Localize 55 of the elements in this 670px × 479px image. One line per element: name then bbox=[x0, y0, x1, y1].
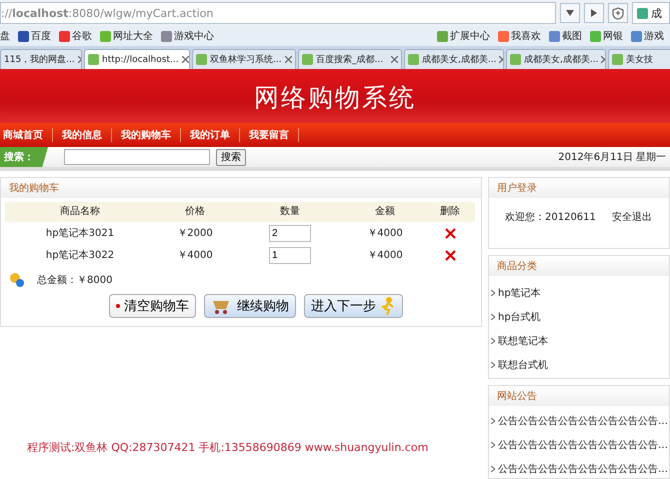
table-cell-text: hp笔记本3022 bbox=[44, 248, 116, 263]
welcome-text: 欢迎您：20120611 bbox=[505, 210, 596, 224]
browser-tab[interactable]: 美女技 bbox=[608, 49, 670, 69]
category-link[interactable]: 联想笔记本 bbox=[489, 330, 669, 354]
nav-link[interactable]: 商城首页 bbox=[0, 128, 53, 142]
action-button[interactable]: 继续购物 bbox=[204, 294, 296, 318]
notice-link[interactable]: 公告公告公告公告公告公告公告公告… bbox=[489, 410, 669, 434]
toolbar-link[interactable]: 截图 bbox=[549, 29, 582, 43]
toolbar-link[interactable]: 我喜欢 bbox=[498, 29, 541, 43]
footer-text: 程序测试:双鱼林 QQ:287307421 手机:13558690869 www.shuangyulin.com bbox=[26, 440, 430, 455]
category-link[interactable]: 联想台式机 bbox=[489, 354, 669, 378]
toolbar-link[interactable]: 游戏 bbox=[631, 29, 664, 43]
nav-link[interactable]: 我要留言 bbox=[246, 128, 299, 142]
action-button[interactable]: 进入下一步 bbox=[304, 294, 403, 318]
bookmark-link[interactable]: 百度 bbox=[18, 29, 51, 43]
notice-link[interactable]: 公告公告公告公告公告公告公告公告… bbox=[489, 458, 669, 478]
category-link[interactable]: hp台式机 bbox=[489, 306, 669, 330]
nav-link[interactable]: 我的信息 bbox=[59, 128, 112, 142]
quantity-field[interactable]: 2 bbox=[269, 224, 311, 242]
table-cell-text: ￥2000 bbox=[176, 227, 214, 241]
browser-tab[interactable]: http://localhost... bbox=[84, 49, 190, 69]
table-cell-text: ￥4000 bbox=[366, 249, 404, 263]
table-cell-text: ￥4000 bbox=[366, 227, 404, 241]
date-text: 2012年6月11日 星期一 bbox=[558, 150, 666, 164]
column-header: 数量 bbox=[235, 202, 345, 222]
table-cell-text: ￥4000 bbox=[176, 249, 214, 263]
browser-tab[interactable]: 双鱼林学习系统... bbox=[192, 49, 296, 69]
toolbar-link[interactable]: 网银 bbox=[590, 29, 623, 43]
bookmark-link[interactable]: 网址大全 bbox=[100, 29, 153, 43]
search-button[interactable]: 搜索 bbox=[216, 148, 246, 166]
bookmark-link[interactable]: 谷歌 bbox=[59, 29, 92, 43]
browser-tab[interactable]: 115，我的网盘... bbox=[0, 49, 82, 69]
logout-link[interactable]: 安全退出 bbox=[612, 210, 652, 224]
column-header: 删除 bbox=[425, 202, 475, 222]
action-button[interactable]: 清空购物车 bbox=[109, 294, 196, 318]
column-header: 金额 bbox=[345, 202, 425, 222]
nav-link[interactable]: 我的订单 bbox=[187, 128, 240, 142]
browser-tab[interactable]: 百度搜索_成都... bbox=[298, 49, 402, 69]
site-title: 网络购物系统 bbox=[254, 82, 416, 114]
bookmark-link[interactable]: 游戏中心 bbox=[161, 29, 214, 43]
category-link[interactable]: hp笔记本 bbox=[489, 282, 669, 306]
search-label: 搜索： bbox=[0, 147, 48, 167]
notice-link[interactable]: 公告公告公告公告公告公告公告公告… bbox=[489, 434, 669, 458]
total-amount: 总金额：￥8000 bbox=[37, 274, 112, 287]
toolbar-link[interactable]: 扩展中心 bbox=[437, 29, 490, 43]
bookmark-link[interactable]: 盘 bbox=[0, 29, 10, 43]
nav-link[interactable]: 我的购物车 bbox=[118, 128, 181, 142]
column-header: 价格 bbox=[155, 202, 235, 222]
quantity-field[interactable]: 1 bbox=[269, 246, 311, 264]
table-cell-text: hp笔记本3021 bbox=[44, 226, 116, 241]
browser-tab[interactable]: 成都美女,成都美... bbox=[404, 49, 504, 69]
column-header: 商品名称 bbox=[5, 202, 155, 222]
browser-tab[interactable]: 成都美女,成都美... bbox=[506, 49, 606, 69]
search-engine-field[interactable]: 成 bbox=[632, 2, 670, 24]
address-field[interactable]: ://localhost:8080/wlgw/myCart.action bbox=[0, 2, 556, 24]
